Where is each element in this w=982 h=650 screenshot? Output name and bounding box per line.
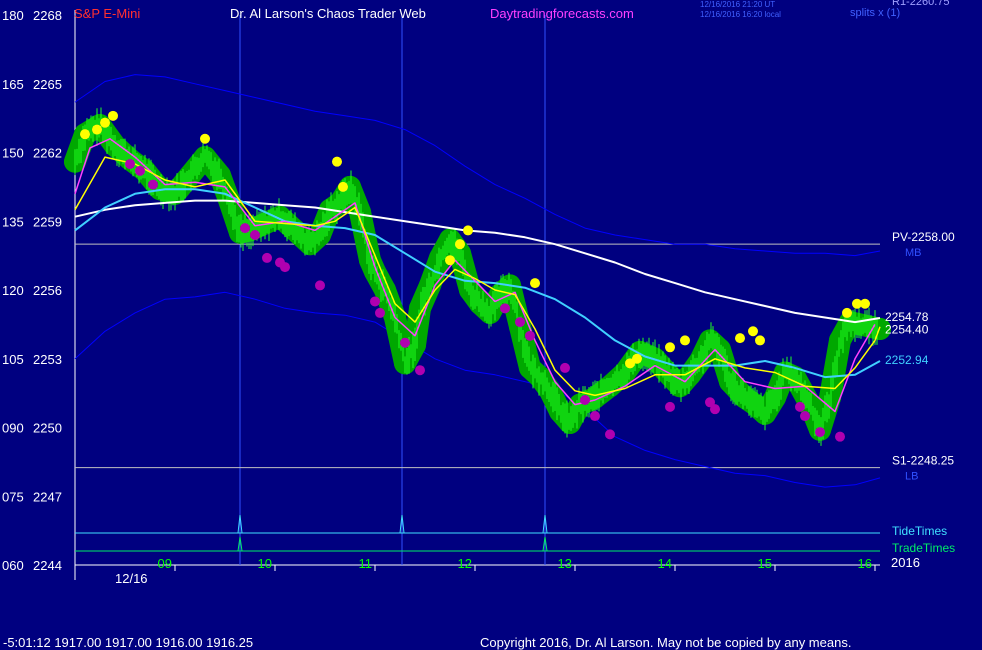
trough-marker <box>262 252 272 263</box>
peak-marker <box>748 326 758 337</box>
peak-marker <box>860 298 870 309</box>
trough-marker <box>590 411 600 422</box>
splits-label: splits x (1) <box>850 7 900 19</box>
peak-marker <box>463 225 473 236</box>
y-tick-price: 2253 <box>33 352 62 367</box>
peak-marker <box>200 133 210 144</box>
trough-marker <box>835 431 845 442</box>
y-tick-price: 2265 <box>33 77 62 92</box>
peak-marker <box>338 181 348 192</box>
peak-marker <box>100 117 110 128</box>
x-tick-label: 11 <box>359 556 373 571</box>
peak-marker <box>530 278 540 289</box>
x-tick-label: 16 <box>858 556 872 571</box>
trough-marker <box>148 179 158 190</box>
trough-marker <box>370 296 380 307</box>
trough-marker <box>375 307 385 318</box>
peak-marker <box>680 335 690 346</box>
trough-marker <box>560 362 570 373</box>
x-tick-label: 13 <box>558 556 572 571</box>
trough-marker <box>125 158 135 169</box>
site-url[interactable]: Daytradingforecasts.com <box>490 6 634 21</box>
trough-marker <box>580 395 590 405</box>
trough-marker <box>665 401 675 412</box>
y-tick-left: 150 <box>2 146 24 161</box>
glow-layer <box>64 114 891 441</box>
y-tick-left: 180 <box>2 8 24 23</box>
trough-marker <box>795 401 805 412</box>
y-tick-left: 165 <box>2 77 24 92</box>
x-tick-label: 12 <box>458 556 472 571</box>
trough-marker <box>415 365 425 376</box>
level-label: S1-2248.25 <box>892 454 954 468</box>
y-tick-price: 2259 <box>33 214 62 229</box>
peak-marker <box>842 307 852 318</box>
y-tick-left: 135 <box>2 214 24 229</box>
y-tick-price: 2250 <box>33 421 62 436</box>
peak-marker <box>665 342 675 353</box>
x-tick-label: 14 <box>658 556 672 571</box>
trough-marker <box>250 230 260 240</box>
y-tick-left: 075 <box>2 489 24 504</box>
peak-marker <box>735 333 745 344</box>
quote-line: -5:01:12 1917.00 1917.00 1916.00 1916.25 <box>3 635 253 650</box>
y-tick-price: 2247 <box>33 489 62 504</box>
y-tick-left: 060 <box>2 558 24 573</box>
y-tick-left: 120 <box>2 283 24 298</box>
trade-times-label: TradeTimes <box>892 541 955 555</box>
x-tick-label: 10 <box>258 556 272 571</box>
x-tick-label: 15 <box>758 556 772 571</box>
y-tick-price: 2244 <box>33 558 62 573</box>
last-value-label: 2252.94 <box>885 353 929 367</box>
timestamp-ut: 12/16/2016 21:20 UT <box>700 0 775 9</box>
price-chart: 180 2268 165 2265 150 2262 135 2259 120 2256 105 22… <box>2 0 955 650</box>
price-glow-blob <box>539 379 561 402</box>
timestamp-local: 12/16/2016 16:20 local <box>700 10 781 19</box>
tide-times-label: TideTimes <box>892 524 947 538</box>
peak-marker <box>92 124 102 135</box>
trough-marker <box>515 317 525 328</box>
trough-marker <box>525 330 535 341</box>
y-tick-price: 2262 <box>33 146 62 161</box>
site-title: Dr. Al Larson's Chaos Trader Web <box>230 6 426 21</box>
price-glow-blob <box>419 274 441 297</box>
series-lower-band <box>74 291 881 488</box>
trough-marker <box>135 165 145 176</box>
level-label: PV-2258.00 <box>892 230 955 244</box>
trough-marker <box>500 303 510 314</box>
instrument-title: S&P E-Mini <box>74 6 140 21</box>
chart-window: 180 2268 165 2265 150 2262 135 2259 120 2256 105 22… <box>0 0 982 650</box>
r1-level-label: R1-2260.75 <box>892 0 950 8</box>
year-label: 2016 <box>891 555 920 570</box>
trough-marker <box>280 262 290 273</box>
y-tick-left: 105 <box>2 352 24 367</box>
level-tag: MB <box>905 247 922 259</box>
trough-marker <box>400 337 410 348</box>
peak-marker <box>80 129 90 140</box>
peak-marker <box>632 353 642 364</box>
level-tag: LB <box>905 471 918 483</box>
peak-marker <box>455 239 465 250</box>
x-tick-label: 09 <box>158 556 172 571</box>
peak-marker <box>108 110 118 121</box>
trough-marker <box>800 411 810 422</box>
y-tick-left: 090 <box>2 421 24 436</box>
price-glow-blob <box>709 338 731 361</box>
trough-marker <box>605 429 615 440</box>
copyright: Copyright 2016, Dr. Al Larson. May not b… <box>480 635 851 650</box>
last-value-label: 2254.40 <box>885 323 929 337</box>
trough-marker <box>240 223 250 234</box>
peak-marker <box>332 156 342 167</box>
trough-marker <box>815 427 825 438</box>
y-tick-price: 2256 <box>33 283 62 298</box>
date-label: 12/16 <box>115 571 148 586</box>
price-glow-blob <box>689 350 711 373</box>
y-tick-price: 2268 <box>33 8 62 23</box>
trough-marker <box>710 404 720 415</box>
peak-marker <box>755 335 765 346</box>
peak-marker <box>445 255 455 266</box>
trough-marker <box>315 280 325 291</box>
